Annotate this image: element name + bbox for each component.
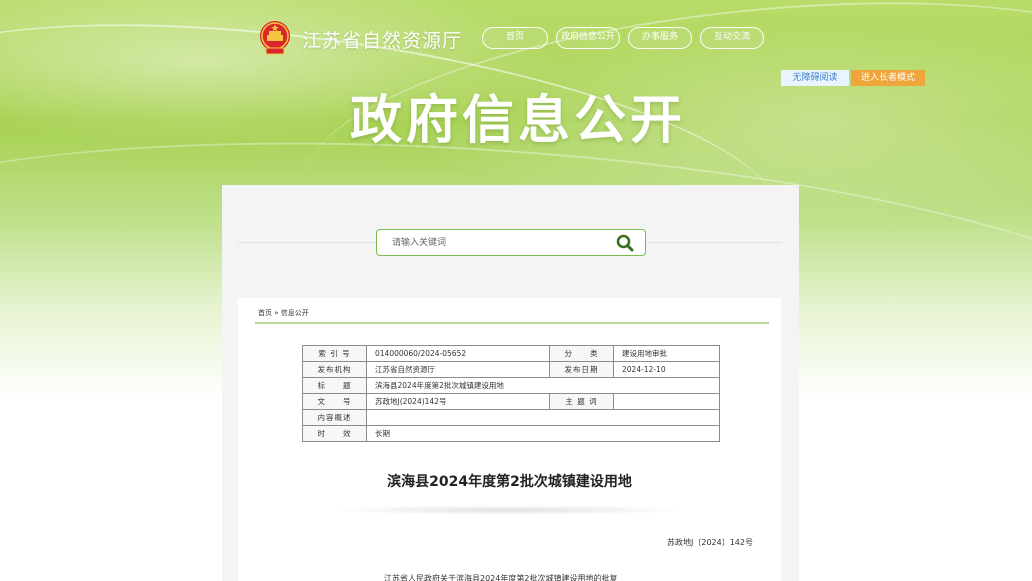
divider: [255, 322, 769, 324]
meta-value: [613, 393, 720, 410]
meta-label: 内容概述: [302, 409, 367, 426]
meta-label: 主 题 词: [549, 393, 614, 410]
nav-home[interactable]: 首页: [482, 27, 548, 49]
table-row: 标 题 滨海县2024年度第2批次城镇建设用地: [302, 377, 720, 394]
meta-label: 分 类: [549, 345, 614, 362]
document-panel: 首页 » 信息公开 索 引 号 014000060/2024-05652 分 类…: [238, 298, 781, 581]
banner-title: 政府信息公开: [350, 91, 687, 151]
meta-label: 发布日期: [549, 361, 614, 378]
table-row: 时 效 长期: [302, 425, 720, 442]
meta-label: 标 题: [302, 377, 367, 394]
table-row: 索 引 号 014000060/2024-05652 分 类 建设用地审批: [302, 345, 720, 362]
search-icon[interactable]: [615, 233, 635, 253]
meta-value: 建设用地审批: [613, 345, 720, 362]
top-nav: 首页 政府信息公开 办事服务 互动交流: [482, 27, 764, 49]
table-row: 文 号 苏政地J(2024)142号 主 题 词: [302, 393, 720, 410]
meta-value: 滨海县2024年度第2批次城镇建设用地: [366, 377, 720, 394]
nav-gov-info[interactable]: 政府信息公开: [556, 27, 620, 49]
search-input[interactable]: [392, 236, 612, 250]
national-emblem-icon: [258, 20, 292, 56]
meta-value: 014000060/2024-05652: [366, 345, 550, 362]
metadata-table: 索 引 号 014000060/2024-05652 分 类 建设用地审批 发布…: [302, 345, 720, 442]
divider: [646, 242, 782, 243]
meta-value: 苏政地J(2024)142号: [366, 393, 550, 410]
meta-value: 2024-12-10: [613, 361, 720, 378]
meta-value: 长期: [366, 425, 720, 442]
search-box: [376, 229, 646, 256]
breadcrumb[interactable]: 首页 » 信息公开: [258, 308, 309, 318]
site-title[interactable]: 江苏省自然资源厅: [302, 26, 462, 53]
nav-services[interactable]: 办事服务: [628, 27, 692, 49]
meta-label: 发布机构: [302, 361, 367, 378]
divider: [238, 242, 376, 243]
elder-mode-button[interactable]: 进入长者模式: [851, 70, 925, 86]
document-title: 滨海县2024年度第2批次城镇建设用地: [387, 474, 632, 490]
meta-label: 时 效: [302, 425, 367, 442]
meta-value: 江苏省自然资源厅: [366, 361, 550, 378]
document-number: 苏政地J〔2024〕142号: [667, 538, 753, 547]
accessible-reading-button[interactable]: 无障碍阅读: [781, 70, 849, 86]
meta-label: 索 引 号: [302, 345, 367, 362]
document-body-text: 江苏省人民政府关于滨海县2024年度第2批次城镇建设用地的批复: [384, 574, 618, 581]
nav-interaction[interactable]: 互动交流: [700, 27, 764, 49]
table-row: 内容概述: [302, 409, 720, 426]
meta-label: 文 号: [302, 393, 367, 410]
meta-value: [366, 409, 720, 426]
table-row: 发布机构 江苏省自然资源厅 发布日期 2024-12-10: [302, 361, 720, 378]
decorative-shadow: [328, 505, 688, 515]
